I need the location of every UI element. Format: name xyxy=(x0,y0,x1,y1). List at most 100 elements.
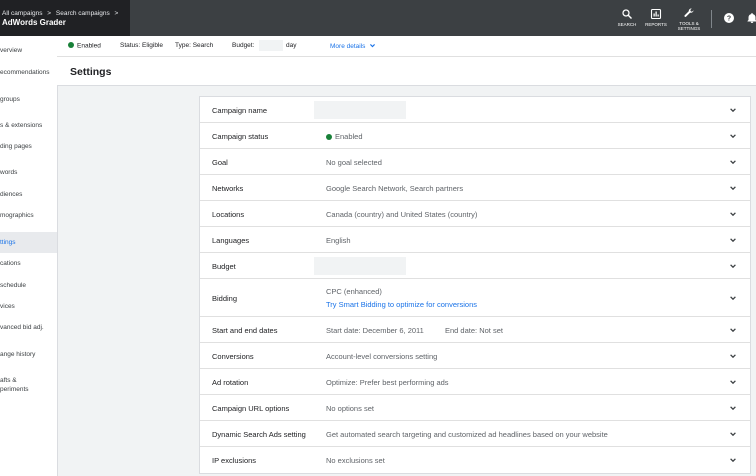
setting-row-conversions[interactable]: Conversions Account-level conversions se… xyxy=(200,343,750,369)
status-badge[interactable]: Enabled xyxy=(68,42,101,50)
sidebar-item-overview[interactable]: verview xyxy=(0,44,57,58)
setting-value: CPC (enhanced) xyxy=(326,287,382,296)
setting-row-languages[interactable]: Languages English xyxy=(200,227,750,253)
sidebar-item-recommendations[interactable]: ecommendations xyxy=(0,66,57,80)
chevron-down-icon xyxy=(730,134,736,139)
account-name[interactable]: AdWords Grader xyxy=(2,18,66,27)
chevron-down-icon xyxy=(730,186,736,191)
setting-value: Account-level conversions setting xyxy=(326,352,438,361)
sidebar-item-label: ange history xyxy=(0,351,36,358)
campaign-name-redacted xyxy=(314,101,406,119)
sidebar-item-label: verview xyxy=(0,47,23,54)
chevron-down-icon xyxy=(730,380,736,385)
budget-suffix: day xyxy=(286,42,297,49)
sidebar-item-label: vices xyxy=(0,303,15,310)
setting-value: No goal selected xyxy=(326,158,382,167)
svg-text:?: ? xyxy=(727,16,731,23)
sidebar-item-drafts-experiments[interactable]: afts & periments xyxy=(0,374,57,398)
sidebar-item-label: afts & xyxy=(0,377,17,384)
budget-label: Budget: xyxy=(232,42,255,49)
chevron-down-icon xyxy=(730,328,736,333)
setting-row-start-end-dates[interactable]: Start and end dates Start date: December… xyxy=(200,317,750,343)
campaign-status-bar: Enabled Status: Eligible Type: Search Bu… xyxy=(57,36,756,57)
setting-label: Languages xyxy=(212,236,250,245)
setting-value: English xyxy=(326,236,351,245)
page-navigation-sidebar: verview ecommendations groups s & extens… xyxy=(0,36,58,476)
setting-value: No exclusions set xyxy=(326,456,385,465)
setting-row-dynamic-search-ads[interactable]: Dynamic Search Ads setting Get automated… xyxy=(200,421,750,447)
chevron-down-icon xyxy=(730,406,736,411)
start-date-value: Start date: December 6, 2011 xyxy=(326,326,424,335)
help-button[interactable]: ? xyxy=(723,11,735,29)
setting-row-networks[interactable]: Networks Google Search Network, Search p… xyxy=(200,175,750,201)
chevron-down-icon xyxy=(730,108,736,113)
smart-bidding-link[interactable]: Try Smart Bidding to optimize for conver… xyxy=(326,300,477,309)
bell-icon xyxy=(747,13,756,23)
sidebar-item-ad-groups[interactable]: groups xyxy=(0,93,57,107)
setting-row-ad-rotation[interactable]: Ad rotation Optimize: Prefer best perfor… xyxy=(200,369,750,395)
sidebar-item-demographics[interactable]: mographics xyxy=(0,209,57,223)
chevron-down-icon xyxy=(370,44,376,48)
setting-label: Goal xyxy=(212,158,228,167)
setting-label: IP exclusions xyxy=(212,456,257,465)
setting-value: Canada (country) and United States (coun… xyxy=(326,210,478,219)
sidebar-item-label: ttings xyxy=(0,239,16,246)
breadcrumb-all-campaigns[interactable]: All campaigns xyxy=(2,10,42,17)
wrench-icon xyxy=(684,8,694,17)
sidebar-item-landing-pages[interactable]: ding pages xyxy=(0,140,57,154)
sidebar-item-ad-schedule[interactable]: schedule xyxy=(0,279,57,293)
sidebar-item-audiences[interactable]: diences xyxy=(0,188,57,202)
setting-row-campaign-status[interactable]: Campaign status Enabled xyxy=(200,123,750,149)
sidebar-item-locations[interactable]: cations xyxy=(0,257,57,271)
setting-row-campaign-url-options[interactable]: Campaign URL options No options set xyxy=(200,395,750,421)
setting-label: Start and end dates xyxy=(212,326,278,335)
budget-value-redacted xyxy=(314,257,406,275)
setting-label: Budget xyxy=(212,262,236,271)
enabled-dot-icon xyxy=(326,133,332,140)
help-icon: ? xyxy=(724,13,734,23)
setting-label: Ad rotation xyxy=(212,378,249,387)
eligibility-status: Status: Eligible xyxy=(120,42,163,49)
setting-row-budget[interactable]: Budget xyxy=(200,253,750,279)
budget-redacted xyxy=(259,40,283,51)
breadcrumb-separator: > xyxy=(47,10,52,17)
chevron-down-icon xyxy=(730,160,736,165)
sidebar-item-label: schedule xyxy=(0,282,27,289)
sidebar-item-advanced-bid-adj[interactable]: vanced bid adj. xyxy=(0,321,57,335)
account-header: All campaigns > Search campaigns > AdWor… xyxy=(0,0,130,36)
sidebar-item-keywords[interactable]: words xyxy=(0,166,57,180)
setting-row-locations[interactable]: Locations Canada (country) and United St… xyxy=(200,201,750,227)
settings-card: Campaign name Campaign status Enabled Go… xyxy=(199,96,751,474)
setting-row-campaign-name[interactable]: Campaign name xyxy=(200,97,750,123)
breadcrumb: All campaigns > Search campaigns > xyxy=(2,10,118,17)
setting-row-goal[interactable]: Goal No goal selected xyxy=(200,149,750,175)
search-tool-button[interactable]: SEARCH xyxy=(612,8,642,27)
tools-settings-button[interactable]: TOOLS & SETTINGS xyxy=(674,7,704,31)
enabled-dot-icon xyxy=(68,42,74,48)
setting-value: Google Search Network, Search partners xyxy=(326,184,464,193)
breadcrumb-search-campaigns[interactable]: Search campaigns xyxy=(56,10,110,17)
sidebar-item-devices[interactable]: vices xyxy=(0,300,57,314)
sidebar-item-ads-extensions[interactable]: s & extensions xyxy=(0,119,57,133)
setting-row-ip-exclusions[interactable]: IP exclusions No exclusions set xyxy=(200,447,750,472)
setting-label: Conversions xyxy=(212,352,254,361)
more-details-link[interactable]: More details xyxy=(330,42,376,50)
search-tool-label: SEARCH xyxy=(617,22,637,27)
sidebar-item-label: s & extensions xyxy=(0,122,43,129)
setting-label: Dynamic Search Ads setting xyxy=(212,430,306,439)
setting-row-bidding[interactable]: Bidding CPC (enhanced) Try Smart Bidding… xyxy=(200,279,750,317)
top-app-bar: All campaigns > Search campaigns > AdWor… xyxy=(0,0,756,36)
toolbar-divider xyxy=(711,10,712,28)
setting-label: Locations xyxy=(212,210,245,219)
sidebar-item-label: vanced bid adj. xyxy=(0,324,44,331)
chevron-down-icon xyxy=(730,296,736,301)
setting-label: Bidding xyxy=(212,294,238,303)
notifications-button[interactable] xyxy=(746,11,756,29)
enabled-text: Enabled xyxy=(77,42,101,50)
reports-tool-button[interactable]: REPORTS xyxy=(641,8,671,27)
sidebar-item-settings[interactable]: ttings xyxy=(0,232,57,253)
sidebar-item-label-line2: periments xyxy=(0,386,29,393)
chevron-down-icon xyxy=(730,432,736,437)
sidebar-item-change-history[interactable]: ange history xyxy=(0,348,57,362)
page-title: Settings xyxy=(70,66,112,78)
